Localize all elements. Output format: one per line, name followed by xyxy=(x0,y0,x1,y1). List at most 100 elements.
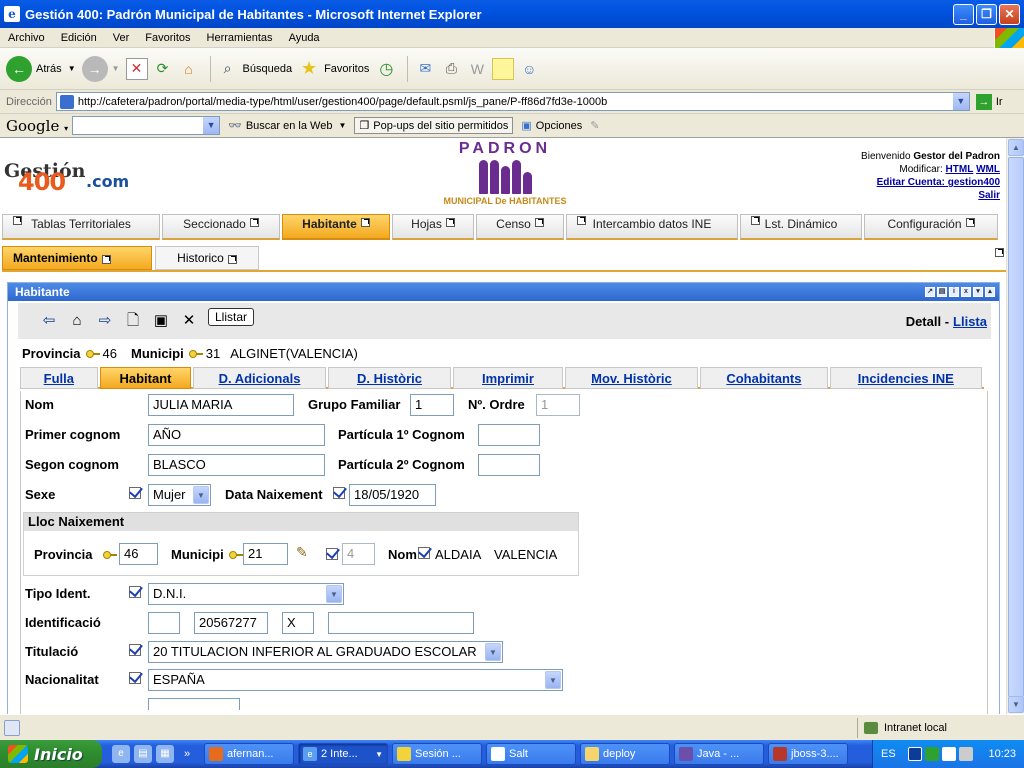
validate-check-icon[interactable] xyxy=(129,584,145,598)
menu-ver[interactable]: Ver xyxy=(105,32,138,44)
note-icon[interactable] xyxy=(492,57,515,80)
validate-check-icon[interactable] xyxy=(129,670,145,684)
particula1-input[interactable] xyxy=(478,424,540,446)
nacionalitat-select[interactable]: ESPAÑA ▼ xyxy=(148,669,563,691)
pencil-icon[interactable]: ✎ xyxy=(590,119,599,132)
primer-cognom-input[interactable]: AÑO xyxy=(148,424,325,446)
portlet-print-icon[interactable]: ▤ xyxy=(937,287,947,297)
tab-hojas[interactable]: Hojas xyxy=(392,214,474,240)
portlet-minimize-icon[interactable]: ▾ xyxy=(973,287,983,297)
n-ordre-input[interactable]: 1 xyxy=(536,394,580,416)
wml-link[interactable]: WML xyxy=(976,164,1000,175)
google-search-dropdown-icon[interactable]: ▼ xyxy=(202,117,220,134)
tab-mantenimiento[interactable]: Mantenimiento xyxy=(2,246,152,270)
menu-favoritos[interactable]: Favoritos xyxy=(137,32,198,44)
lloc-municipi-input[interactable]: 21 xyxy=(243,543,288,565)
tab-fulla[interactable]: Fulla xyxy=(20,367,98,389)
task-internet-explorer[interactable]: e 2 Inte... ▼ xyxy=(298,743,388,765)
tray-check-icon[interactable] xyxy=(942,747,957,761)
messenger-icon[interactable]: ☺ xyxy=(518,58,540,80)
edit-word-icon[interactable]: W xyxy=(466,58,488,80)
titulacio-select[interactable]: 20 TITULACION INFERIOR AL GRADUADO ESCOL… xyxy=(148,641,503,663)
lloc-provincia-input[interactable]: 46 xyxy=(119,543,158,565)
tray-network-icon[interactable] xyxy=(925,747,940,761)
google-search-web-button[interactable]: 👓 Buscar en la Web ▼ xyxy=(228,119,346,133)
maximize-button[interactable]: ❐ xyxy=(976,3,997,25)
tab-configuracion[interactable]: Configuración xyxy=(864,214,998,240)
back-button[interactable]: ← Atrás ▼ xyxy=(6,55,76,82)
tab-incidencies-ine[interactable]: Incidencies INE xyxy=(829,367,982,389)
delete-icon[interactable]: ✕ xyxy=(180,312,198,330)
maximize-pane-icon[interactable] xyxy=(995,248,1004,257)
menu-herramientas[interactable]: Herramientas xyxy=(199,32,281,44)
tab-historico[interactable]: Historico xyxy=(155,246,259,270)
tipo-ident-select[interactable]: D.N.I. ▼ xyxy=(148,583,344,605)
previous-icon[interactable]: ⇦ xyxy=(40,312,58,330)
validate-check-icon[interactable] xyxy=(326,546,342,560)
sexe-select[interactable]: Mujer ▼ xyxy=(148,484,211,506)
ident-prefix-input[interactable] xyxy=(148,612,180,634)
save-icon[interactable]: ▣ xyxy=(152,312,170,330)
tab-d-adicionals[interactable]: D. Adicionals xyxy=(193,367,326,389)
task-sesion[interactable]: Sesión ... xyxy=(392,743,482,765)
scroll-down-icon[interactable]: ▼ xyxy=(1008,696,1024,713)
tab-intercambio-ine[interactable]: Intercambio datos INE xyxy=(566,214,738,240)
vertical-scrollbar[interactable]: ▲ ▼ xyxy=(1006,138,1024,714)
refresh-icon[interactable]: ⟳ xyxy=(152,58,174,80)
validate-check-icon[interactable] xyxy=(129,642,145,656)
partial-input[interactable] xyxy=(148,698,240,710)
tab-d-historic[interactable]: D. Històric xyxy=(327,367,452,389)
lloc-extra-input[interactable]: 4 xyxy=(342,543,375,565)
chevron-icon[interactable]: » xyxy=(178,745,196,763)
tab-censo[interactable]: Censo xyxy=(476,214,564,240)
validate-check-icon[interactable] xyxy=(129,485,145,499)
llistar-button[interactable]: Llistar xyxy=(208,308,255,326)
tray-arrow-icon[interactable] xyxy=(908,747,923,761)
tab-habitante[interactable]: Habitante xyxy=(282,214,390,240)
portlet-close-icon[interactable]: x xyxy=(961,287,971,297)
tab-cohabitants[interactable]: Cohabitants xyxy=(700,367,828,389)
grupo-familiar-input[interactable]: 1 xyxy=(410,394,454,416)
portlet-edit-icon[interactable]: ↗ xyxy=(925,287,935,297)
ident-letter-input[interactable]: X xyxy=(282,612,314,634)
search-button[interactable]: ⌕ Búsqueda xyxy=(217,58,292,80)
history-icon[interactable]: ◷ xyxy=(375,58,397,80)
back-dropdown-icon[interactable]: ▼ xyxy=(68,64,76,73)
llista-link[interactable]: Llista xyxy=(953,314,987,329)
logout-link[interactable]: Salir xyxy=(978,190,1000,201)
new-document-icon[interactable]: 🗋 xyxy=(124,312,142,330)
address-input[interactable]: http://cafetera/padron/portal/media-type… xyxy=(55,92,970,111)
desktop-quicklaunch-icon[interactable]: ▦ xyxy=(156,745,174,763)
scroll-up-icon[interactable]: ▲ xyxy=(1008,139,1024,156)
task-jboss[interactable]: jboss-3.... xyxy=(768,743,848,765)
tab-tablas-territoriales[interactable]: Tablas Territoriales xyxy=(2,214,160,240)
lookup-pencil-icon[interactable]: ✎ xyxy=(296,544,308,561)
next-icon[interactable]: ⇨ xyxy=(96,312,114,330)
start-button[interactable]: Inicio xyxy=(0,740,102,768)
home-icon[interactable]: ⌂ xyxy=(68,312,86,330)
google-logo[interactable]: Google ▾ xyxy=(0,117,72,135)
address-dropdown-icon[interactable]: ▼ xyxy=(951,93,969,110)
favorites-button[interactable]: ★ Favoritos xyxy=(298,58,369,80)
tab-lst-dinamico[interactable]: Lst. Dinámico xyxy=(740,214,862,240)
popups-allowed-button[interactable]: ❐ Pop-ups del sitio permitidos xyxy=(354,117,514,134)
task-firefox[interactable]: afernan... xyxy=(204,743,294,765)
google-options-button[interactable]: ▣ Opciones ✎ xyxy=(521,119,599,133)
forward-button[interactable]: → ▼ xyxy=(81,55,120,82)
task-deploy[interactable]: deploy xyxy=(580,743,670,765)
task-java[interactable]: Java - ... xyxy=(674,743,764,765)
ident-extra-input[interactable] xyxy=(328,612,474,634)
segon-cognom-input[interactable]: BLASCO xyxy=(148,454,325,476)
tab-mov-historic[interactable]: Mov. Històric xyxy=(564,367,699,389)
close-button[interactable]: ✕ xyxy=(999,3,1020,25)
tray-vc-icon[interactable] xyxy=(959,747,974,761)
data-naixement-input[interactable]: 18/05/1920 xyxy=(349,484,436,506)
particula2-input[interactable] xyxy=(478,454,540,476)
forward-dropdown-icon[interactable]: ▼ xyxy=(112,64,120,73)
search-web-dropdown-icon[interactable]: ▼ xyxy=(338,121,346,130)
nom-input[interactable]: JULIA MARIA xyxy=(148,394,294,416)
language-indicator[interactable]: ES xyxy=(881,748,896,760)
task-salt[interactable]: Salt xyxy=(486,743,576,765)
validate-check-icon[interactable] xyxy=(333,485,349,499)
ie-quicklaunch-icon[interactable]: e xyxy=(112,745,130,763)
